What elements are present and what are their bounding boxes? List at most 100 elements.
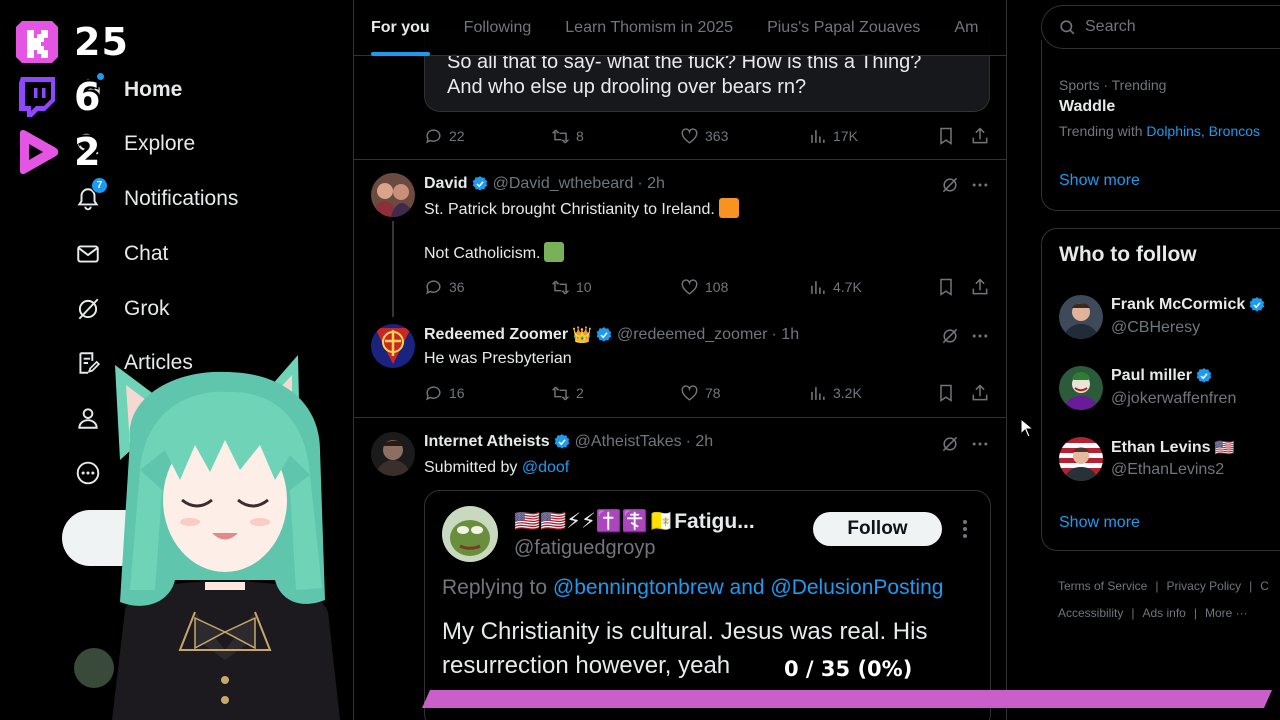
trending-show-more[interactable]: Show more xyxy=(1059,172,1140,190)
nav-grok[interactable]: Grok xyxy=(74,289,170,329)
internet-atheists-avatar[interactable] xyxy=(371,432,415,476)
twitch-viewer-count: 6 xyxy=(74,74,102,119)
like-button[interactable]: 108 xyxy=(680,278,728,297)
reply-button[interactable]: 16 xyxy=(424,384,465,403)
bar-chart-icon xyxy=(811,280,825,294)
stream-viewer-stats: 25 6 2 xyxy=(14,14,129,179)
views-button[interactable]: 4.7K xyxy=(808,278,862,297)
goal-progress-label: 0 / 35 (0%) xyxy=(784,657,913,681)
post-actions: 16 2 78 3.2K xyxy=(424,381,990,405)
submitter-mention-link[interactable]: @doof xyxy=(522,459,569,476)
tab-papal-zouaves[interactable]: Pius's Papal Zouaves xyxy=(750,0,937,56)
share-icon[interactable] xyxy=(970,126,990,146)
goal-progress-bar xyxy=(422,690,1272,708)
repost-icon xyxy=(551,280,570,294)
repost-count: 10 xyxy=(576,279,592,295)
share-icon[interactable] xyxy=(970,383,990,403)
footer-more-link[interactable]: More ··· xyxy=(1205,606,1248,620)
nav-chat[interactable]: Chat xyxy=(74,234,168,274)
trending-panel: Sports · Trending Waddle Trending with D… xyxy=(1041,40,1280,211)
nav-more[interactable] xyxy=(74,453,102,493)
post-time[interactable]: · 2h xyxy=(686,433,714,451)
ethan-levins-avatar[interactable] xyxy=(1059,437,1103,481)
follow-user-name[interactable]: Paul miller xyxy=(1111,367,1213,385)
orange-square-emoji xyxy=(718,198,739,218)
verified-badge-icon xyxy=(472,176,487,191)
repost-icon xyxy=(551,129,570,143)
search-icon xyxy=(1060,19,1075,34)
tab-learn-thomism[interactable]: Learn Thomism in 2025 xyxy=(548,0,750,56)
replying-to-users: @benningtonbrew and @DelusionPosting xyxy=(552,576,944,599)
tab-truncated[interactable]: Am xyxy=(937,0,995,56)
more-dots-icon[interactable] xyxy=(970,434,990,454)
repost-button[interactable]: 2 xyxy=(551,384,584,403)
footer-terms-link[interactable]: Terms of Service xyxy=(1058,579,1147,593)
post-actions: 36 10 108 4.7K xyxy=(424,275,990,299)
bookmark-icon[interactable] xyxy=(936,383,956,403)
more-dots-icon[interactable] xyxy=(970,175,990,195)
trending-with-links[interactable]: Dolphins, Broncos xyxy=(1146,123,1260,139)
reply-count: 22 xyxy=(449,128,465,144)
like-button[interactable]: 363 xyxy=(680,127,728,146)
verified-badge-icon xyxy=(1196,368,1212,383)
post-time[interactable]: · 1h xyxy=(772,326,800,344)
heart-icon xyxy=(681,278,698,295)
grok-icon[interactable] xyxy=(940,434,960,454)
trend-title[interactable]: Waddle xyxy=(1059,98,1115,116)
post-time[interactable]: · 2h xyxy=(637,175,665,193)
grok-icon[interactable] xyxy=(940,175,960,195)
follow-user-name[interactable]: Ethan Levins 🇺🇸 xyxy=(1111,438,1235,458)
embedded-post-image[interactable]: 🇺🇸🇺🇸⚡⚡✝️☦️🇻🇦Fatigu... @fatiguedgroyp Fol… xyxy=(424,490,991,720)
play-logo-icon xyxy=(14,129,60,175)
author-name[interactable]: Internet Atheists xyxy=(424,433,550,451)
bookmark-icon[interactable] xyxy=(936,126,956,146)
footer-cookie-link[interactable]: C xyxy=(1260,579,1269,593)
bookmark-icon[interactable] xyxy=(936,277,956,297)
like-button[interactable]: 78 xyxy=(680,384,721,403)
nav-profile[interactable] xyxy=(74,398,102,438)
reply-button[interactable]: 36 xyxy=(424,278,465,297)
like-count: 363 xyxy=(705,128,729,144)
nav-notifications[interactable]: 7 Notifications xyxy=(74,177,238,219)
post-text: St. Patrick brought Christianity to Irel… xyxy=(424,198,739,221)
twitch-stat: 6 xyxy=(14,69,129,124)
reply-icon xyxy=(426,385,441,400)
article-edit-icon xyxy=(74,349,102,377)
david-avatar[interactable] xyxy=(371,173,415,217)
reply-icon xyxy=(426,279,441,294)
footer-accessibility-link[interactable]: Accessibility xyxy=(1058,606,1123,620)
right-sidebar: Search Sports · Trending Waddle Trending… xyxy=(1008,0,1280,720)
tab-following[interactable]: Following xyxy=(447,0,549,56)
more-dots-icon[interactable] xyxy=(970,326,990,346)
embedded-author-handle: @fatiguedgroyp xyxy=(514,537,656,559)
views-button[interactable]: 3.2K xyxy=(808,384,862,403)
grok-icon[interactable] xyxy=(940,326,960,346)
divider xyxy=(354,159,1006,160)
footer-ads-link[interactable]: Ads info xyxy=(1142,606,1185,620)
repost-button[interactable]: 8 xyxy=(551,127,584,146)
tab-for-you[interactable]: For you xyxy=(354,0,447,56)
author-name[interactable]: David xyxy=(424,175,468,193)
author-name[interactable]: Redeemed Zoomer xyxy=(424,326,568,344)
reply-count: 16 xyxy=(449,385,465,401)
author-handle[interactable]: @David_wthebeard xyxy=(493,175,634,193)
follow-user-handle: @EthanLevins2 xyxy=(1111,461,1225,478)
footer-privacy-link[interactable]: Privacy Policy xyxy=(1166,579,1241,593)
author-handle[interactable]: @AtheistTakes xyxy=(575,433,682,451)
trend-category: Sports · Trending xyxy=(1059,77,1167,93)
search-placeholder: Search xyxy=(1085,18,1136,35)
author-handle[interactable]: @redeemed_zoomer xyxy=(617,326,768,344)
follow-user-name[interactable]: Frank McCormick xyxy=(1111,296,1266,314)
repost-button[interactable]: 10 xyxy=(551,278,592,297)
frank-mccormick-avatar[interactable] xyxy=(1059,295,1103,339)
like-count: 108 xyxy=(705,279,729,295)
paul-miller-avatar[interactable] xyxy=(1059,366,1103,410)
share-icon[interactable] xyxy=(970,277,990,297)
reply-button[interactable]: 22 xyxy=(424,127,465,146)
post-text-line-2: Not Catholicism. xyxy=(424,245,541,262)
post-text-line-1: St. Patrick brought Christianity to Irel… xyxy=(424,201,715,218)
redeemed-zoomer-avatar[interactable] xyxy=(371,324,415,368)
grok-icon xyxy=(74,295,102,323)
views-button[interactable]: 17K xyxy=(808,127,858,146)
who-to-follow-show-more[interactable]: Show more xyxy=(1059,514,1140,532)
